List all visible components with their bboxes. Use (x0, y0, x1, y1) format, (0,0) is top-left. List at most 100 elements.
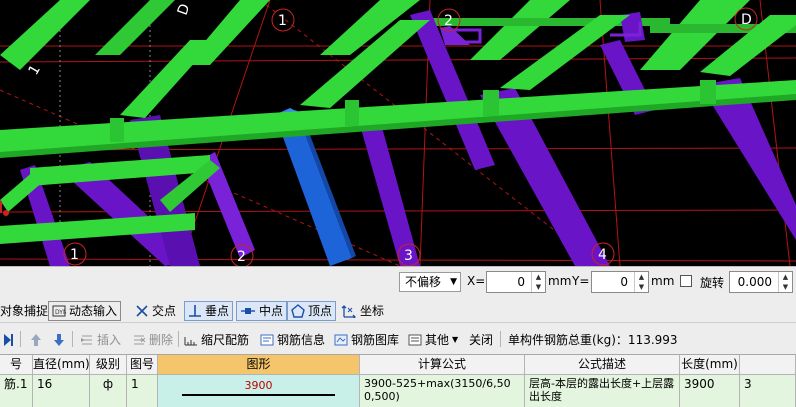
other-icon (408, 334, 422, 346)
insert-icon (81, 335, 92, 345)
3d-viewport[interactable]: 1 2 D 1 2 3 4 D 1 (0, 0, 796, 266)
close-button[interactable]: 关闭 (469, 331, 493, 349)
chevron-down-icon: ▼ (452, 335, 459, 344)
coordinate-icon (341, 305, 356, 318)
rebar-info-label: 钢筋信息 (277, 333, 326, 347)
x-unit-label: mm (548, 274, 572, 288)
rotate-angle-input[interactable]: 0.000 ▲ ▼ (729, 271, 793, 293)
rebar-toolbar: 插入 删除 缩尺配筋 钢筋信息 钢筋图库 其他 ▼ 关闭 单构件钢筋总重(kg)… (0, 322, 796, 354)
scale-rebar-button[interactable]: 缩尺配筋 (184, 331, 249, 349)
delete-button[interactable]: 删除 (132, 331, 173, 349)
vertex-icon (291, 304, 305, 318)
beam-diag-1[interactable] (120, 40, 215, 118)
scale-rebar-label: 缩尺配筋 (201, 333, 250, 347)
axis-label: D (175, 2, 194, 18)
other-menu-button[interactable]: 其他 ▼ (408, 331, 458, 349)
column-header-description[interactable]: 公式描述 (525, 355, 680, 375)
rebar-editor-window: 1 2 D 1 2 3 4 D 1 不偏移 ▼ X= 0 ▲ ▼ mm Y= 0… (0, 0, 796, 407)
rebar-library-button[interactable]: 钢筋图库 (334, 331, 399, 349)
intersection-snap-button[interactable]: 交点 (131, 301, 180, 321)
rotate-spinner-icon[interactable]: ▲ ▼ (778, 272, 792, 292)
y-unit-label: mm (651, 274, 675, 288)
axis-label: 4 (598, 247, 607, 263)
y-coordinate-value: 0 (620, 275, 628, 289)
rebar-library-icon (334, 334, 348, 346)
midpoint-label: 中点 (259, 304, 284, 318)
snap-toolbar: 不偏移 ▼ X= 0 ▲ ▼ mm Y= 0 ▲ ▼ mm 旋转 0.000 ▲ ▼ … (0, 266, 796, 322)
object-snap-label: 对象捕捉 (0, 304, 49, 318)
rotate-label: 旋转 (700, 276, 725, 290)
cell-grade[interactable]: ф (90, 375, 127, 407)
rotate-checkbox[interactable] (680, 275, 692, 287)
insert-label: 插入 (97, 333, 122, 347)
cell-description[interactable]: 层高-本层的露出长度+上层露出长度 (525, 375, 680, 407)
column-header-formula[interactable]: 计算公式 (360, 355, 525, 375)
perpendicular-snap-button[interactable]: 垂点 (184, 301, 234, 321)
beam-far-1[interactable] (0, 0, 90, 70)
axis-label: 1 (70, 247, 79, 263)
delete-icon (134, 335, 146, 345)
coordinate-label: 坐标 (360, 304, 385, 318)
rotate-angle-value: 0.000 (737, 275, 772, 289)
close-label: 关闭 (469, 333, 494, 347)
offset-mode-select[interactable]: 不偏移 ▼ (399, 272, 461, 292)
x-label: X= (467, 274, 486, 288)
x-coordinate-value: 0 (517, 275, 525, 289)
svg-text:DYN: DYN (55, 309, 66, 316)
x-coordinate-input[interactable]: 0 ▲ ▼ (486, 271, 546, 293)
column-header-grade[interactable]: 级别 (90, 355, 127, 375)
midpoint-snap-button[interactable]: 中点 (236, 301, 288, 321)
shape-dimension-label: 3900 (244, 379, 273, 392)
rebar-library-label: 钢筋图库 (351, 333, 400, 347)
y-spinner-icon[interactable]: ▲ ▼ (634, 272, 648, 292)
coordinate-snap-button[interactable]: 坐标 (337, 301, 388, 321)
offset-mode-value: 不偏移 (405, 275, 442, 289)
column-header-length[interactable]: 长度(mm) (680, 355, 740, 375)
intersection-label: 交点 (152, 304, 177, 318)
chevron-down-icon: ▼ (450, 277, 457, 287)
axis-label: 1 (278, 13, 287, 29)
y-coordinate-input[interactable]: 0 ▲ ▼ (591, 271, 649, 293)
cell-length[interactable]: 3900 (680, 375, 740, 407)
y-label: Y= (572, 274, 590, 288)
column-header-figure-no[interactable]: 图号 (127, 355, 158, 375)
axis-label: D (741, 12, 752, 28)
cell-diameter[interactable]: 16 (33, 375, 90, 407)
beam-far-2[interactable] (95, 0, 175, 55)
move-up-icon[interactable] (30, 333, 42, 347)
rebar-info-button[interactable]: 钢筋信息 (260, 331, 325, 349)
structure-model[interactable]: 1 2 D 1 2 3 4 D 1 (0, 0, 796, 266)
cell-shape[interactable]: 3900 (158, 375, 360, 407)
column-header-no[interactable]: 号 (0, 355, 33, 375)
intersection-icon (136, 305, 148, 317)
dynamic-input-button[interactable]: DYN 动态输入 (48, 301, 122, 321)
cell-figure-no[interactable]: 1 (127, 375, 158, 407)
beam-lower-1[interactable] (30, 155, 210, 186)
insert-button[interactable]: 插入 (80, 331, 121, 349)
dynamic-input-label: 动态输入 (69, 304, 118, 318)
midpoint-icon (241, 308, 255, 314)
scale-rebar-icon (184, 337, 197, 346)
axis-label: 3 (404, 248, 413, 264)
rebar-table: 号 直径(mm) 级别 图号 图形 计算公式 公式描述 长度(mm) 筋.1 1… (0, 354, 796, 407)
cell-count[interactable]: 3 (740, 375, 796, 407)
object-snap-button[interactable]: 对象捕捉 (0, 301, 52, 321)
column-header-count[interactable] (740, 355, 796, 375)
axis-label: 2 (237, 249, 246, 265)
other-label: 其他 (425, 333, 450, 347)
rebar-shape-line (182, 394, 335, 396)
axis-label: 1 (26, 62, 44, 78)
column-header-shape[interactable]: 图形 (158, 355, 360, 375)
cell-formula[interactable]: 3900-525+max(3150/6,500,500) (360, 375, 525, 407)
perpendicular-icon (189, 305, 201, 317)
total-weight-label: 单构件钢筋总重(kg)：113.993 (508, 333, 678, 347)
x-spinner-icon[interactable]: ▲ ▼ (531, 272, 545, 292)
cell-name[interactable]: 筋.1 (0, 375, 33, 407)
last-record-icon[interactable] (2, 333, 14, 347)
dynamic-input-icon: DYN (52, 305, 66, 317)
vertex-snap-button[interactable]: 顶点 (287, 301, 337, 321)
rebar-info-icon (260, 334, 274, 346)
column-header-diameter[interactable]: 直径(mm) (33, 355, 90, 375)
move-down-icon[interactable] (53, 333, 65, 347)
vertex-label: 顶点 (308, 304, 333, 318)
